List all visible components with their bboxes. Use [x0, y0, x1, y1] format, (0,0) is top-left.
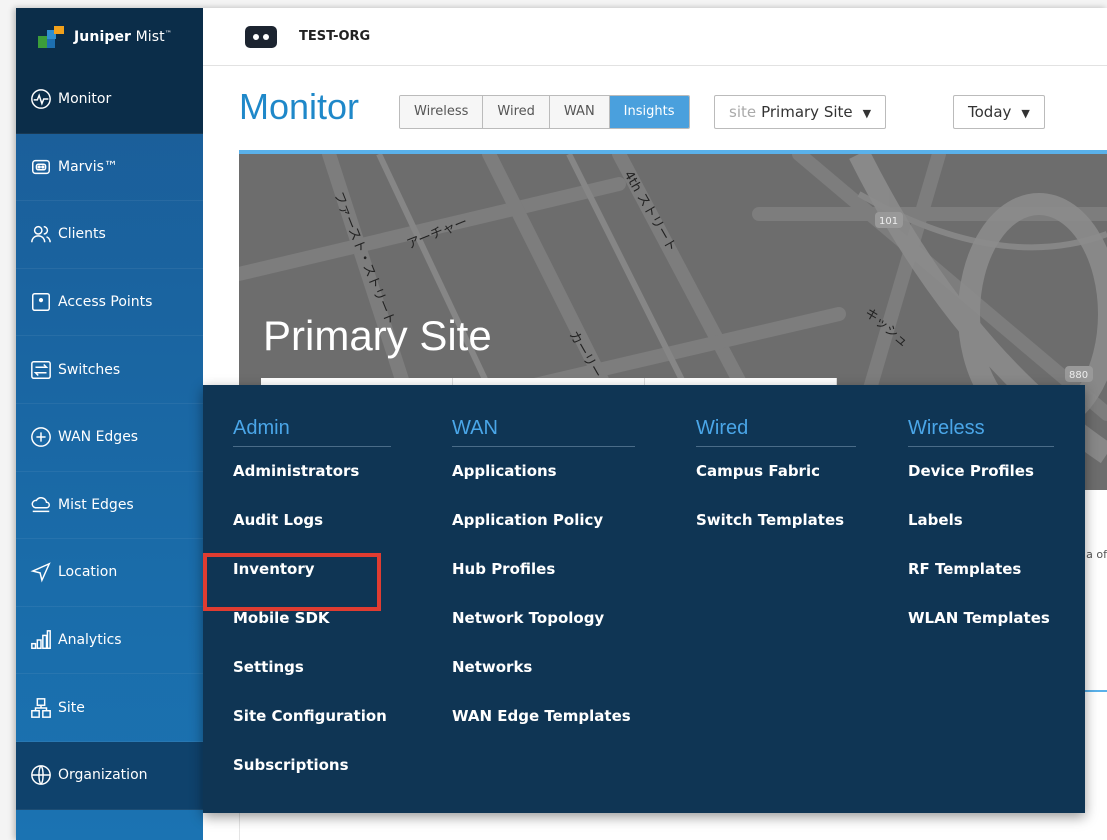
- sidebar-item-switches[interactable]: Switches: [16, 336, 203, 404]
- sidebar-item-label: WAN Edges: [58, 429, 139, 446]
- tab-insights[interactable]: Insights: [609, 96, 689, 128]
- plus-circle-icon: [30, 426, 52, 448]
- site-selector-value: Primary Site: [761, 103, 853, 121]
- sidebar-item-label: Clients: [58, 226, 106, 243]
- road-label: 4th ストリート: [621, 169, 679, 255]
- menu-item-networks[interactable]: Networks: [452, 653, 635, 702]
- org-name[interactable]: TEST-ORG: [299, 29, 370, 44]
- sidebar-item-monitor[interactable]: Monitor: [16, 66, 203, 134]
- sidebar-item-mist-edges[interactable]: Mist Edges: [16, 472, 203, 540]
- menu-column-wan: WAN Applications Application Policy Hub …: [452, 417, 635, 751]
- time-selector-value: Today: [968, 103, 1012, 121]
- sidebar-item-label: Site: [58, 699, 85, 716]
- sidebar-item-label: Access Points: [58, 294, 153, 311]
- sidebar-item-label: Mist Edges: [58, 496, 134, 513]
- menu-heading-wireless: Wireless: [908, 417, 1054, 447]
- sidebar-item-label: Switches: [58, 361, 121, 378]
- sidebar-item-location[interactable]: Location: [16, 539, 203, 607]
- menu-item-wlan-templates[interactable]: WLAN Templates: [908, 604, 1054, 653]
- menu-item-administrators[interactable]: Administrators: [233, 457, 391, 506]
- sidebar-item-label: Monitor: [58, 91, 112, 108]
- menu-item-site-configuration[interactable]: Site Configuration: [233, 702, 391, 751]
- bar-chart-icon: [30, 629, 52, 651]
- sidebar-item-organization[interactable]: Organization: [16, 741, 203, 810]
- menu-item-device-profiles[interactable]: Device Profiles: [908, 457, 1054, 506]
- menu-item-settings[interactable]: Settings: [233, 653, 391, 702]
- site-icon: [30, 697, 52, 719]
- sidebar-item-site[interactable]: Site: [16, 674, 203, 742]
- sidebar: Juniper Mist™ Monitor Marvis™ Clients Ac…: [16, 8, 203, 840]
- site-selector[interactable]: site Primary Site ▼: [714, 95, 887, 129]
- tab-wireless[interactable]: Wireless: [400, 96, 484, 128]
- caret-down-icon: ▼: [1021, 107, 1030, 120]
- pulse-icon: [30, 88, 52, 110]
- globe-icon: [30, 764, 52, 786]
- menu-item-applications[interactable]: Applications: [452, 457, 635, 506]
- menu-column-wired: Wired Campus Fabric Switch Templates: [696, 417, 856, 555]
- tab-wired[interactable]: Wired: [483, 96, 550, 128]
- brand-name: Juniper Mist™: [74, 29, 172, 45]
- juniper-logo-icon: [38, 26, 68, 48]
- page-header: Monitor Wireless Wired WAN Insights site…: [203, 66, 1107, 150]
- view-tabs: Wireless Wired WAN Insights: [399, 95, 690, 129]
- app-frame: Juniper Mist™ Monitor Marvis™ Clients Ac…: [16, 8, 1107, 840]
- caret-down-icon: ▼: [862, 107, 872, 120]
- sidebar-item-label: Marvis™: [58, 158, 118, 175]
- brand-logo[interactable]: Juniper Mist™: [16, 8, 203, 66]
- menu-item-hub-profiles[interactable]: Hub Profiles: [452, 555, 635, 604]
- sidebar-item-marvis[interactable]: Marvis™: [16, 134, 203, 202]
- time-selector[interactable]: Today ▼: [953, 95, 1045, 129]
- menu-item-campus-fabric[interactable]: Campus Fabric: [696, 457, 856, 506]
- sidebar-item-label: Organization: [58, 767, 148, 784]
- org-robot-icon[interactable]: [245, 25, 277, 48]
- tab-wan[interactable]: WAN: [549, 96, 610, 128]
- menu-heading-admin: Admin: [233, 417, 391, 447]
- users-icon: [30, 223, 52, 245]
- top-bar: TEST-ORG: [203, 8, 1107, 66]
- highway-101-label: 101: [879, 216, 898, 227]
- menu-item-mobile-sdk[interactable]: Mobile SDK: [233, 604, 391, 653]
- switch-icon: [30, 359, 52, 381]
- menu-item-rf-templates[interactable]: RF Templates: [908, 555, 1054, 604]
- organization-menu: Admin Administrators Audit Logs Inventor…: [203, 385, 1085, 813]
- highway-880-label: 880: [1069, 370, 1088, 381]
- access-point-icon: [30, 291, 52, 313]
- site-name-title: Primary Site: [263, 312, 492, 359]
- road-label: ファースト・ストリート: [330, 190, 397, 328]
- sidebar-item-clients[interactable]: Clients: [16, 201, 203, 269]
- sidebar-item-label: Location: [58, 564, 118, 581]
- menu-column-wireless: Wireless Device Profiles Labels RF Templ…: [908, 417, 1054, 653]
- inventory-highlight: [203, 553, 381, 611]
- marvis-icon: [30, 156, 52, 178]
- sidebar-item-analytics[interactable]: Analytics: [16, 607, 203, 675]
- menu-item-audit-logs[interactable]: Audit Logs: [233, 506, 391, 555]
- menu-heading-wired: Wired: [696, 417, 856, 447]
- menu-heading-wan: WAN: [452, 417, 635, 447]
- sidebar-item-wan-edges[interactable]: WAN Edges: [16, 404, 203, 472]
- location-arrow-icon: [30, 561, 52, 583]
- cloud-icon: [30, 494, 52, 516]
- menu-item-wan-edge-templates[interactable]: WAN Edge Templates: [452, 702, 635, 751]
- menu-item-network-topology[interactable]: Network Topology: [452, 604, 635, 653]
- truncated-text: a of: [1086, 548, 1107, 561]
- page-title: Monitor: [239, 86, 360, 127]
- menu-item-switch-templates[interactable]: Switch Templates: [696, 506, 856, 555]
- site-selector-prefix: site: [729, 103, 757, 121]
- sidebar-item-label: Analytics: [58, 632, 122, 649]
- menu-item-subscriptions[interactable]: Subscriptions: [233, 751, 391, 800]
- menu-item-labels[interactable]: Labels: [908, 506, 1054, 555]
- menu-item-application-policy[interactable]: Application Policy: [452, 506, 635, 555]
- sidebar-item-access-points[interactable]: Access Points: [16, 269, 203, 337]
